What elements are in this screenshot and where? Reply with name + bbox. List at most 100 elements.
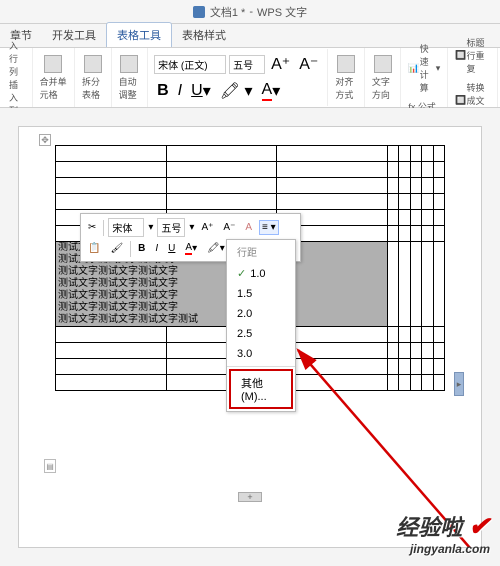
table-cell[interactable] [387, 146, 398, 162]
table-cell[interactable] [399, 146, 410, 162]
tab-dev-tools[interactable]: 开发工具 [42, 23, 106, 47]
mini-font-name[interactable]: 宋体 [108, 218, 144, 237]
table-cell[interactable] [56, 178, 167, 194]
table-cell[interactable] [422, 327, 433, 343]
table-cell[interactable] [422, 162, 433, 178]
italic-button[interactable]: I [175, 80, 185, 102]
table-cell[interactable] [410, 375, 421, 391]
mini-bold[interactable]: B [135, 241, 148, 256]
table-cell[interactable] [410, 226, 421, 242]
table-cell[interactable] [56, 146, 167, 162]
table-cell[interactable] [387, 162, 398, 178]
table-cell[interactable] [387, 375, 398, 391]
table-cell[interactable] [433, 226, 444, 242]
table-cell[interactable] [433, 327, 444, 343]
table-cell[interactable] [410, 194, 421, 210]
align-button[interactable]: 对齐方式 [332, 53, 360, 103]
font-color-button[interactable]: A ▾ [259, 79, 284, 103]
table-cell[interactable] [410, 242, 421, 327]
table-cell[interactable] [433, 146, 444, 162]
table-add-row-handle[interactable]: + [238, 492, 262, 502]
quick-calc-button[interactable]: 📊 快速计算 ▾ [405, 40, 443, 96]
table-cell[interactable] [433, 178, 444, 194]
table-cell[interactable] [387, 343, 398, 359]
table-cell[interactable] [410, 162, 421, 178]
table-cell[interactable] [399, 178, 410, 194]
table-cell[interactable] [422, 178, 433, 194]
autofit-button[interactable]: 自动调整 [116, 53, 144, 103]
bold-button[interactable]: B [154, 80, 172, 102]
mini-dec-font[interactable]: A⁻ [220, 220, 238, 235]
table-cell[interactable] [433, 194, 444, 210]
table-cell[interactable] [277, 146, 388, 162]
table-cell[interactable] [399, 375, 410, 391]
table-cell[interactable] [166, 146, 277, 162]
table-cell[interactable] [56, 375, 167, 391]
table-cell[interactable] [410, 178, 421, 194]
table-cell[interactable] [387, 194, 398, 210]
font-name-combo[interactable]: 宋体 (正文) [154, 55, 226, 74]
table-cell[interactable] [277, 162, 388, 178]
text-direction-button[interactable]: 文字方向 [369, 53, 397, 103]
mini-italic[interactable]: I [152, 241, 161, 256]
table-cell[interactable] [166, 194, 277, 210]
table-cell[interactable] [56, 194, 167, 210]
table-cell[interactable] [422, 359, 433, 375]
underline-button[interactable]: U ▾ [188, 79, 214, 103]
highlight-button[interactable]: 🖍 ▾ [217, 79, 256, 103]
table-cell[interactable] [433, 210, 444, 226]
table-cell[interactable] [387, 178, 398, 194]
table-cell[interactable] [56, 162, 167, 178]
table-cell[interactable] [422, 375, 433, 391]
line-spacing-other[interactable]: 其他(M)... [229, 369, 293, 409]
table-cell[interactable] [422, 210, 433, 226]
table-cell[interactable] [387, 359, 398, 375]
mini-inc-font[interactable]: A⁺ [198, 220, 216, 235]
table-cell[interactable] [433, 359, 444, 375]
decrease-font-button[interactable]: A⁻ [296, 52, 321, 76]
table-cell[interactable] [399, 210, 410, 226]
table-cell[interactable] [277, 194, 388, 210]
table-cell[interactable] [387, 242, 398, 327]
mini-cut-icon[interactable]: ✂ [85, 220, 99, 235]
table-cell[interactable] [387, 327, 398, 343]
table-cell[interactable] [56, 327, 167, 343]
mini-line-spacing-button[interactable]: ≡ ▾ [259, 220, 279, 235]
table-cell[interactable] [422, 343, 433, 359]
mini-underline[interactable]: U [165, 241, 178, 256]
line-spacing-1-5[interactable]: 1.5 [227, 284, 295, 304]
line-spacing-3-0[interactable]: 3.0 [227, 344, 295, 364]
table-cell[interactable] [399, 226, 410, 242]
table-add-column-handle[interactable]: ▸ [454, 372, 464, 396]
table-cell[interactable] [56, 343, 167, 359]
mini-style-a[interactable]: A [242, 220, 255, 235]
table-cell[interactable] [410, 343, 421, 359]
table-cell[interactable] [422, 146, 433, 162]
table-cell[interactable] [387, 226, 398, 242]
table-cell[interactable] [433, 242, 444, 327]
line-spacing-2-0[interactable]: 2.0 [227, 304, 295, 324]
table-cell[interactable] [433, 375, 444, 391]
line-spacing-2-5[interactable]: 2.5 [227, 324, 295, 344]
table-cell[interactable] [410, 359, 421, 375]
font-size-combo[interactable]: 五号 [229, 55, 265, 74]
table-cell[interactable] [387, 210, 398, 226]
table-cell[interactable] [410, 327, 421, 343]
header-repeat-button[interactable]: 🔲 标题行重复 [452, 34, 493, 77]
table-cell[interactable] [399, 242, 410, 327]
table-cell[interactable] [433, 343, 444, 359]
mini-format-painter-icon[interactable]: 🖌 [107, 241, 126, 256]
table-cell[interactable] [422, 242, 433, 327]
tab-table-style[interactable]: 表格样式 [172, 23, 236, 47]
table-move-handle[interactable]: ✥ [39, 134, 51, 146]
table-cell[interactable] [399, 162, 410, 178]
table-cell[interactable] [166, 178, 277, 194]
table-cell[interactable] [166, 162, 277, 178]
merge-cells-button[interactable]: 合并单元格 [37, 53, 70, 103]
split-table-button[interactable]: 拆分表格 [79, 53, 107, 103]
insert-rows-cols-button[interactable]: 入行列 插入列 [6, 37, 28, 119]
table-cell[interactable] [399, 343, 410, 359]
mini-font-size[interactable]: 五号 [157, 218, 185, 237]
table-cell[interactable] [410, 210, 421, 226]
table-cell[interactable] [399, 359, 410, 375]
